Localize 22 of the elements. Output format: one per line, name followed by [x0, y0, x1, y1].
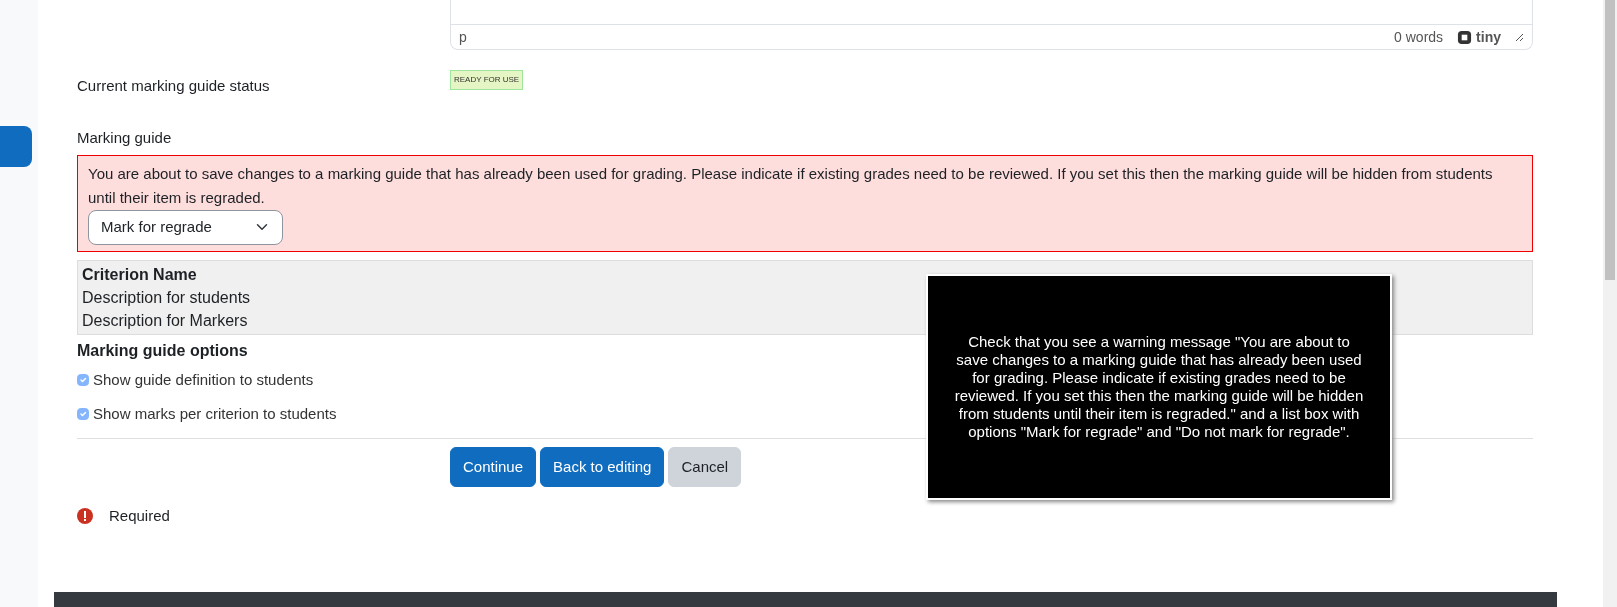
- brand-logo-text[interactable]: tiny: [1476, 26, 1501, 48]
- section-heading: Marking guide options: [77, 340, 248, 361]
- action-button[interactable]: Continue: [450, 446, 537, 487]
- status-badge: READY FOR USE: [450, 70, 524, 90]
- field-label: Current marking guide status: [77, 77, 270, 94]
- drawer-toggle[interactable]: [0, 126, 32, 167]
- description-markers: Description for Markers: [82, 310, 249, 331]
- instruction-tooltip: Check that you see a warning message "You are about to save changes to a marking guide that has already been used for grading. Please indicate if existing grades need to be reviewed. If you set this then the marking guide will be hidden from students until their item is regraded." and a list box with options "Mark for regrade" and "Do not mark for regrade".: [926, 274, 1392, 500]
- required-note: Required: [109, 506, 170, 526]
- field-label: Marking guide: [77, 127, 172, 148]
- criterion-name: Criterion Name: [82, 264, 198, 285]
- regrade-select[interactable]: Mark for regrade: [88, 210, 283, 245]
- text-editor[interactable]: p 0 words tiny: [450, 0, 1533, 50]
- action-button[interactable]: Cancel: [668, 446, 742, 487]
- logo-icon: [1457, 29, 1473, 45]
- warning-message: You are about to save changes to a marking guide that has already been used for grading. Please indicate if existing grades need to be reviewed. If you set this then the marking guide will be hidden from students until their item is regraded.: [88, 164, 1494, 208]
- action-button[interactable]: Back to editing: [540, 446, 665, 487]
- description-students: Description for students: [82, 287, 252, 308]
- element-path[interactable]: p: [459, 26, 467, 48]
- word-count: 0 words: [1394, 27, 1444, 47]
- required-icon: [77, 508, 93, 525]
- resize-handle-icon[interactable]: [1515, 32, 1524, 42]
